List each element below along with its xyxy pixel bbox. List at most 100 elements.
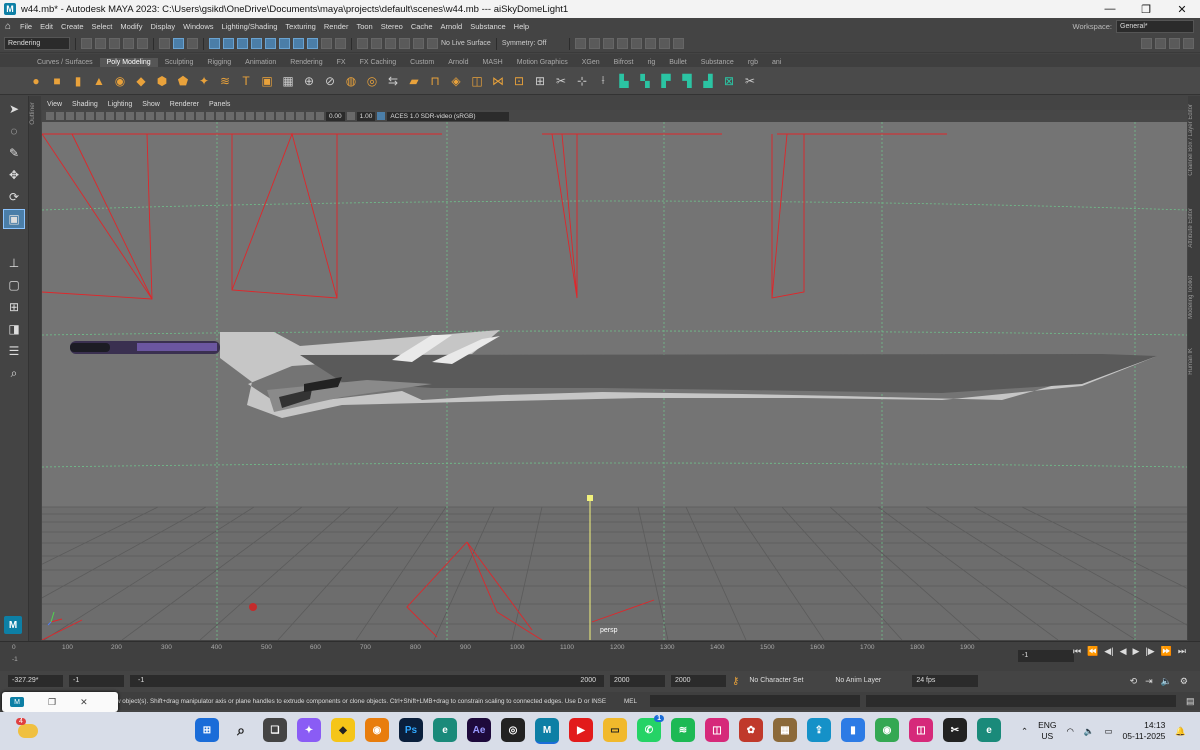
close-button[interactable]: ✕ [1164, 3, 1200, 16]
screen-space-ao-icon[interactable] [246, 112, 254, 120]
menu-render[interactable]: Render [320, 22, 353, 31]
select-object-icon[interactable] [173, 38, 184, 49]
render-view-icon[interactable] [575, 38, 587, 49]
wireframe-on-shaded-icon[interactable] [206, 112, 214, 120]
step-forward-key-icon[interactable]: ⏩ [1161, 646, 1172, 657]
start-time-field[interactable]: -1 [69, 675, 124, 687]
notification-bell-icon[interactable]: 🔔 [1175, 726, 1186, 737]
shelf-tab-rig[interactable]: rig [640, 58, 662, 67]
shelf-tab-rendering[interactable]: Rendering [283, 58, 329, 67]
uv-automatic-icon[interactable]: ▜ [679, 73, 695, 89]
chrome-icon[interactable]: ◉ [875, 718, 899, 742]
panel-menu-renderer[interactable]: Renderer [165, 101, 204, 108]
mask-handles-icon[interactable] [209, 38, 220, 49]
search-icon[interactable]: ⌕ [4, 364, 24, 382]
menu-edit[interactable]: Edit [36, 22, 57, 31]
shelf-tab-arnold[interactable]: Arnold [441, 58, 475, 67]
poly-plane-icon[interactable]: ◆ [133, 73, 149, 89]
hypershade-icon[interactable] [631, 38, 643, 49]
time-slider[interactable]: 0 100 200 300 400 500 600 700 800 900 10… [0, 641, 1200, 671]
make-live-icon[interactable] [427, 38, 438, 49]
uv-layout-icon[interactable]: ⊠ [721, 73, 737, 89]
shelf-tab-sculpting[interactable]: Sculpting [158, 58, 201, 67]
battery-icon[interactable]: ▭ [1105, 726, 1113, 737]
menu-substance[interactable]: Substance [466, 22, 509, 31]
mask-misc-icon[interactable] [307, 38, 318, 49]
safe-action-icon[interactable] [156, 112, 164, 120]
rotate-tool-icon[interactable]: ⟳ [4, 188, 24, 206]
outliner-layout-icon[interactable]: ☰ [4, 342, 24, 360]
search-icon[interactable]: ⌕ [229, 718, 253, 742]
photoshop-icon[interactable]: Ps [399, 718, 423, 742]
lock-selection-icon[interactable] [321, 38, 332, 49]
snap-grid-icon[interactable] [357, 38, 368, 49]
poly-sphere-icon[interactable]: ● [28, 73, 44, 89]
end-time-field[interactable]: 2000 [610, 675, 665, 687]
multi-cut-icon[interactable]: ✂ [553, 73, 569, 89]
step-back-frame-icon[interactable]: ◀| [1104, 646, 1113, 657]
shelf-tab-bifrost[interactable]: Bifrost [607, 58, 641, 67]
playhead-marker[interactable]: -1 [12, 656, 18, 663]
range-bar[interactable]: -1 2000 [130, 675, 604, 687]
menu-modify[interactable]: Modify [116, 22, 146, 31]
shadows-icon[interactable] [236, 112, 244, 120]
gamma-field[interactable]: 1.00 [356, 111, 376, 121]
shelf-tab-animation[interactable]: Animation [238, 58, 283, 67]
script-language-label[interactable]: MEL [624, 698, 646, 705]
file-explorer-icon[interactable]: ▭ [603, 718, 627, 742]
save-scene-icon[interactable] [109, 38, 120, 49]
panel-menu-panels[interactable]: Panels [204, 101, 235, 108]
bridge-icon[interactable]: ⊓ [427, 73, 443, 89]
scissors-icon[interactable]: ✂ [742, 73, 758, 89]
menu-lighting-shading[interactable]: Lighting/Shading [218, 22, 282, 31]
shelf-tab-substance[interactable]: Substance [694, 58, 741, 67]
audio-icon[interactable]: 🔈 [1161, 676, 1172, 687]
panel-menu-lighting[interactable]: Lighting [103, 101, 138, 108]
shelf-tab-fx[interactable]: FX [330, 58, 353, 67]
collapse-icon[interactable]: ⊡ [511, 73, 527, 89]
poly-disc-icon[interactable]: ⬢ [154, 73, 170, 89]
highlight-selection-icon[interactable] [335, 38, 346, 49]
preview-restore-icon[interactable]: ❐ [48, 697, 56, 708]
poly-torus-icon[interactable]: ◉ [112, 73, 128, 89]
redo-icon[interactable] [137, 38, 148, 49]
tray-overflow-icon[interactable]: ⌃ [1021, 726, 1028, 737]
language-indicator[interactable]: ENG US [1038, 720, 1056, 742]
shelf-tab-motion-graphics[interactable]: Motion Graphics [510, 58, 575, 67]
shelf-tab-fx-caching[interactable]: FX Caching [353, 58, 404, 67]
undo-icon[interactable] [123, 38, 134, 49]
separate-icon[interactable]: ⊘ [322, 73, 338, 89]
after-effects-icon[interactable]: Ae [467, 718, 491, 742]
merge-icon[interactable]: ⋈ [490, 73, 506, 89]
norton-icon[interactable]: ◆ [331, 718, 355, 742]
minimize-button[interactable]: — [1092, 3, 1128, 15]
outliner-side-tab[interactable]: Outliner [29, 96, 41, 642]
whatsapp-icon[interactable]: ✆ 1 [637, 715, 664, 742]
menuset-dropdown[interactable]: Rendering [4, 37, 70, 50]
menu-texturing[interactable]: Texturing [281, 22, 319, 31]
step-back-key-icon[interactable]: ⏪ [1087, 646, 1098, 657]
go-to-start-icon[interactable]: ⏮ [1073, 646, 1081, 657]
poly-type-icon[interactable]: T [238, 73, 254, 89]
paint-select-tool-icon[interactable]: ✎ [4, 144, 24, 162]
append-polygon-icon[interactable]: ⊞ [532, 73, 548, 89]
mask-deformers-icon[interactable] [265, 38, 276, 49]
boolean-icon[interactable]: ◎ [364, 73, 380, 89]
poly-cylinder-icon[interactable]: ▮ [70, 73, 86, 89]
menu-arnold[interactable]: Arnold [437, 22, 467, 31]
step-forward-frame-icon[interactable]: |▶ [1145, 646, 1154, 657]
play-forward-icon[interactable]: ▶ [1132, 646, 1139, 657]
select-hierarchy-icon[interactable] [159, 38, 170, 49]
script-editor-icon[interactable]: ▤ [1186, 696, 1195, 707]
menu-stereo[interactable]: Stereo [377, 22, 407, 31]
two-d-pan-icon[interactable] [96, 112, 104, 120]
snap-view-plane-icon[interactable] [399, 38, 410, 49]
film-gate-icon[interactable] [116, 112, 124, 120]
fill-hole-icon[interactable]: ◫ [469, 73, 485, 89]
bevel-icon[interactable]: ◈ [448, 73, 464, 89]
channel-box-icon[interactable] [1183, 38, 1194, 49]
shelf-tab-ani[interactable]: ani [765, 58, 788, 67]
camera-attributes-icon[interactable] [56, 112, 64, 120]
menu-select[interactable]: Select [88, 22, 117, 31]
home-icon[interactable]: ⌂ [0, 21, 16, 32]
